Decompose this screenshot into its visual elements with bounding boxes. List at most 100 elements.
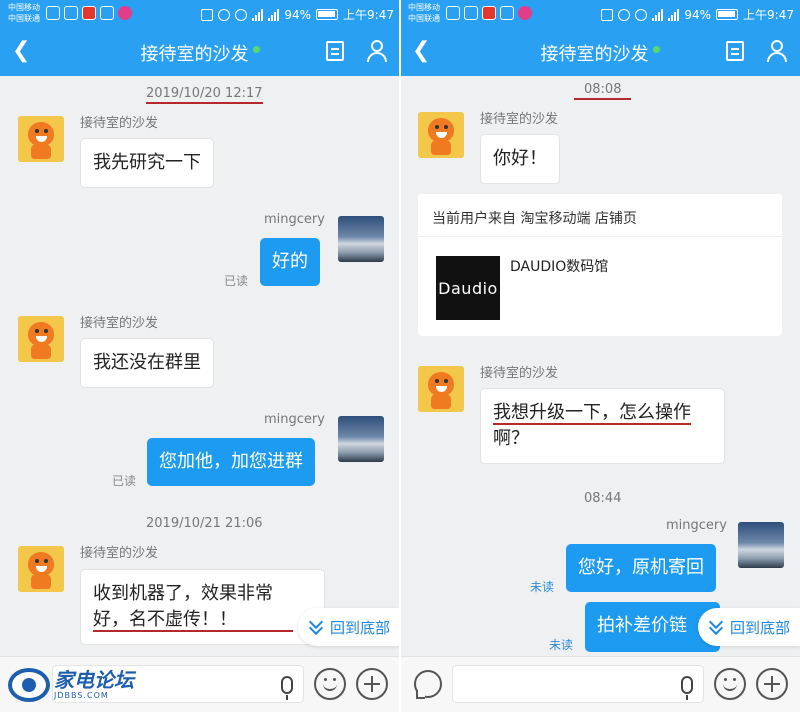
message-line: 收到机器了，效果非常 [93, 583, 273, 604]
avatar[interactable] [338, 416, 384, 462]
notification-app-icon [482, 6, 496, 20]
phone-right: 中国移动 中国联通 94% 上午9:47 ❮ 接待室的沙发 08:08 接待室的… [400, 0, 800, 712]
notification-app-icon [82, 6, 96, 20]
signal-icon [252, 8, 264, 21]
message-bubble[interactable]: 我想升级一下，怎么操作 啊？ [480, 388, 725, 464]
sender-name: mingcery [666, 518, 727, 533]
signal-icon [668, 8, 680, 21]
back-to-bottom-label: 回到底部 [730, 618, 791, 637]
message-bubble[interactable]: 收到机器了，效果非常 好，名不虚传！！ [80, 569, 325, 645]
tiktok-icon [500, 6, 514, 20]
add-button[interactable] [756, 668, 788, 700]
back-to-bottom-button[interactable]: 回到底部 [298, 608, 400, 646]
message-bubble[interactable]: 好的 [260, 238, 320, 286]
unread-status: 未读 [549, 638, 574, 652]
chat-title: 接待室的沙发 [540, 44, 649, 65]
shop-name: DAUDIO数码馆 [510, 259, 609, 275]
timestamp: 2019/10/21 21:06 [146, 516, 263, 531]
message-bubble[interactable]: 你好！ [480, 134, 560, 184]
chat-title: 接待室的沙发 [140, 44, 249, 65]
sender-name: 接待室的沙发 [80, 316, 159, 331]
divider [399, 0, 401, 712]
microphone-icon[interactable] [681, 676, 693, 700]
add-button[interactable] [356, 668, 388, 700]
carrier-label: 中国移动 [8, 3, 40, 12]
document-icon[interactable] [326, 41, 344, 61]
battery-icon [716, 9, 739, 20]
eye-logo-icon [8, 668, 50, 702]
avatar[interactable] [418, 112, 464, 158]
status-bar: 中国移动 中国联通 94% 上午9:47 [0, 0, 400, 28]
avatar[interactable] [18, 316, 64, 362]
avatar[interactable] [18, 546, 64, 592]
message-line: 我想升级一下，怎么操作 [493, 402, 691, 425]
online-status-dot [252, 45, 260, 53]
avatar[interactable] [338, 216, 384, 262]
avatar[interactable] [18, 116, 64, 162]
notification-app-icon [518, 6, 532, 20]
voice-toggle-icon[interactable] [414, 670, 442, 699]
avatar[interactable] [738, 522, 784, 568]
emoji-button[interactable] [314, 668, 346, 700]
sender-name: 接待室的沙发 [80, 546, 159, 561]
message-input[interactable] [452, 665, 704, 703]
status-bar: 中国移动 中国联通 94% 上午9:47 [400, 0, 800, 28]
double-chevron-down-icon [308, 614, 324, 636]
chat-header: ❮ 接待室的沙发 [400, 28, 800, 76]
vibrate-icon [201, 8, 214, 21]
message-bubble[interactable]: 您加他，加您进群 [147, 438, 315, 486]
battery-percent: 94% [284, 7, 312, 22]
carrier-label: 中国移动 [408, 3, 440, 12]
alarm-icon [618, 8, 631, 21]
carrier-label: 中国联通 [408, 14, 440, 23]
notification-app-icon [446, 6, 460, 20]
signal-icon [652, 8, 664, 21]
message-bubble[interactable]: 您好，原机寄回 [566, 544, 716, 592]
alarm-icon [218, 8, 231, 21]
clock: 上午9:47 [743, 8, 794, 22]
online-status-dot [652, 45, 660, 53]
document-icon[interactable] [726, 41, 744, 61]
sender-name: 接待室的沙发 [480, 366, 559, 381]
notification-app-icon [464, 6, 478, 20]
divider [418, 236, 782, 237]
timestamp: 08:44 [584, 491, 622, 506]
message-line: 啊？ [493, 428, 529, 449]
vibrate-icon [601, 8, 614, 21]
watermark-text: 家电论坛 [54, 668, 134, 692]
shop-source-card[interactable]: 当前用户来自 淘宝移动端 店铺页 Daudio DAUDIO数码馆 [418, 194, 782, 336]
carrier-label: 中国联通 [8, 14, 40, 23]
timestamp: 2019/10/20 12:17 [146, 86, 263, 104]
avatar[interactable] [418, 366, 464, 412]
unread-status: 未读 [530, 580, 555, 594]
read-status: 已读 [112, 474, 137, 488]
sender-name: 接待室的沙发 [80, 116, 159, 131]
wifi-icon [635, 8, 648, 21]
read-status: 已读 [224, 274, 249, 288]
timestamp: 08:08 [574, 82, 632, 100]
source-label: 当前用户来自 淘宝移动端 店铺页 [432, 211, 637, 227]
double-chevron-down-icon [708, 614, 724, 636]
message-bubble[interactable]: 我还没在群里 [80, 338, 214, 388]
phone-left: 中国移动 中国联通 94% 上午9:47 ❮ 接待室的沙发 2019/10/20… [0, 0, 400, 712]
message-bubble[interactable]: 我先研究一下 [80, 138, 214, 188]
watermark-logo: 家电论坛 JDBBS.COM [8, 664, 134, 706]
chat-header: ❮ 接待室的沙发 [0, 28, 400, 76]
clock: 上午9:47 [343, 8, 394, 22]
battery-icon [316, 9, 339, 20]
microphone-icon[interactable] [281, 676, 293, 700]
emoji-button[interactable] [714, 668, 746, 700]
input-bar [400, 656, 800, 712]
sender-name: mingcery [264, 212, 325, 227]
shop-logo: Daudio [436, 256, 500, 320]
screens: 中国移动 中国联通 94% 上午9:47 ❮ 接待室的沙发 2019/10/20… [0, 0, 800, 712]
watermark-sub: JDBBS.COM [54, 691, 109, 700]
notification-app-icon [46, 6, 60, 20]
user-icon[interactable] [366, 40, 388, 62]
back-to-bottom-button[interactable]: 回到底部 [698, 608, 800, 646]
notification-app-icon [64, 6, 78, 20]
sender-name: 接待室的沙发 [480, 112, 559, 127]
tiktok-icon [100, 6, 114, 20]
user-icon[interactable] [766, 40, 788, 62]
message-line: 好，名不虚传！！ [93, 609, 293, 632]
